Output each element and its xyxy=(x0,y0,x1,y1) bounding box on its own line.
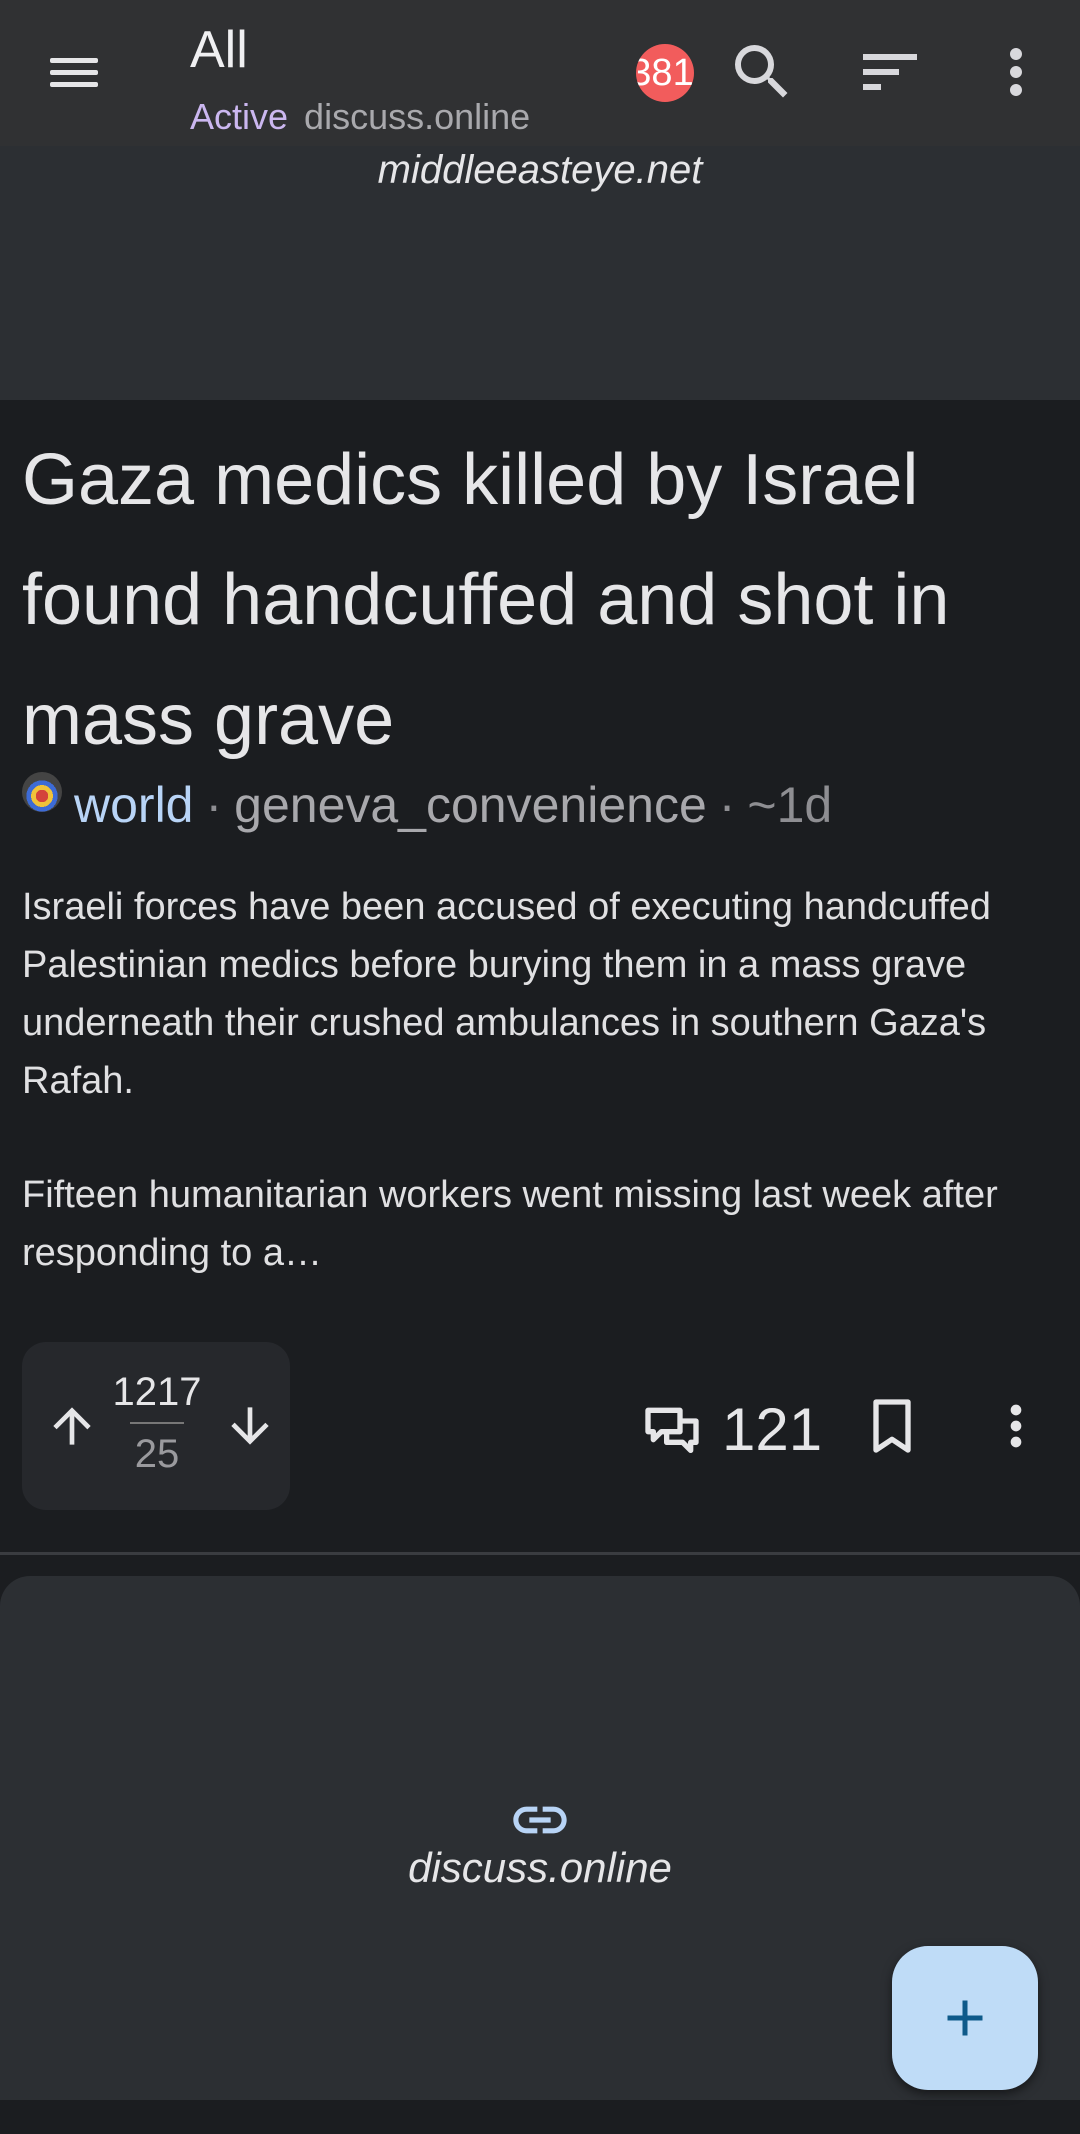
app-bar: All Active discuss.online 381 xyxy=(0,0,1080,146)
more-vert-icon xyxy=(1010,48,1022,96)
community-link[interactable]: world xyxy=(74,776,193,834)
post-age: ~1d xyxy=(747,777,833,833)
upvote-count: 1217 xyxy=(112,1370,202,1414)
add-icon xyxy=(947,2000,983,2036)
next-post-domain: discuss.online xyxy=(408,1844,672,1891)
instance-name: discuss.online xyxy=(304,96,531,137)
search-button[interactable] xyxy=(726,36,798,108)
score-divider xyxy=(130,1422,184,1424)
meta-separator: · xyxy=(718,777,736,833)
post-body-preview[interactable]: Israeli forces have been accused of exec… xyxy=(22,878,1062,1338)
comments-icon xyxy=(645,1407,699,1453)
author-link[interactable]: geneva_convenience xyxy=(234,776,707,834)
menu-button[interactable] xyxy=(42,44,106,100)
post-title[interactable]: Gaza medics killed by Israel found handc… xyxy=(22,420,1062,780)
create-post-fab[interactable] xyxy=(892,1946,1038,2090)
post-meta: world · geneva_convenience · ~1d xyxy=(22,772,1062,838)
downvote-icon[interactable] xyxy=(222,1398,278,1454)
vote-controls: 1217 25 xyxy=(22,1342,290,1510)
feed-subtitle[interactable]: Active discuss.online xyxy=(190,96,530,138)
search-icon xyxy=(735,45,788,98)
post-divider xyxy=(0,1552,1080,1555)
body-paragraph: Israeli forces have been accused of exec… xyxy=(22,886,991,1102)
post-more-icon[interactable] xyxy=(984,1394,1048,1458)
link-icon xyxy=(513,1806,567,1834)
community-avatar-icon[interactable] xyxy=(22,772,62,812)
sort-button[interactable] xyxy=(854,36,926,108)
body-paragraph: Fifteen humanitarian workers went missin… xyxy=(22,1174,998,1274)
more-options-button[interactable] xyxy=(980,36,1052,108)
post-feed-screen: middleeasteye.net All Active discuss.onli… xyxy=(0,0,1080,2134)
listing-type: Active xyxy=(190,96,289,137)
downvote-count: 25 xyxy=(134,1432,180,1476)
sort-icon xyxy=(863,54,917,90)
meta-separator: · xyxy=(205,777,223,833)
comment-count: 121 xyxy=(722,1395,823,1463)
inbox-button[interactable]: 381 xyxy=(620,36,700,106)
comments-button[interactable]: 121 xyxy=(640,1384,822,1474)
notification-badge: 381 xyxy=(636,44,694,102)
upvote-icon[interactable] xyxy=(44,1398,100,1454)
bookmark-icon[interactable] xyxy=(860,1394,924,1458)
preview-domain: middleeasteye.net xyxy=(377,148,703,192)
feed-title: All xyxy=(190,21,248,79)
